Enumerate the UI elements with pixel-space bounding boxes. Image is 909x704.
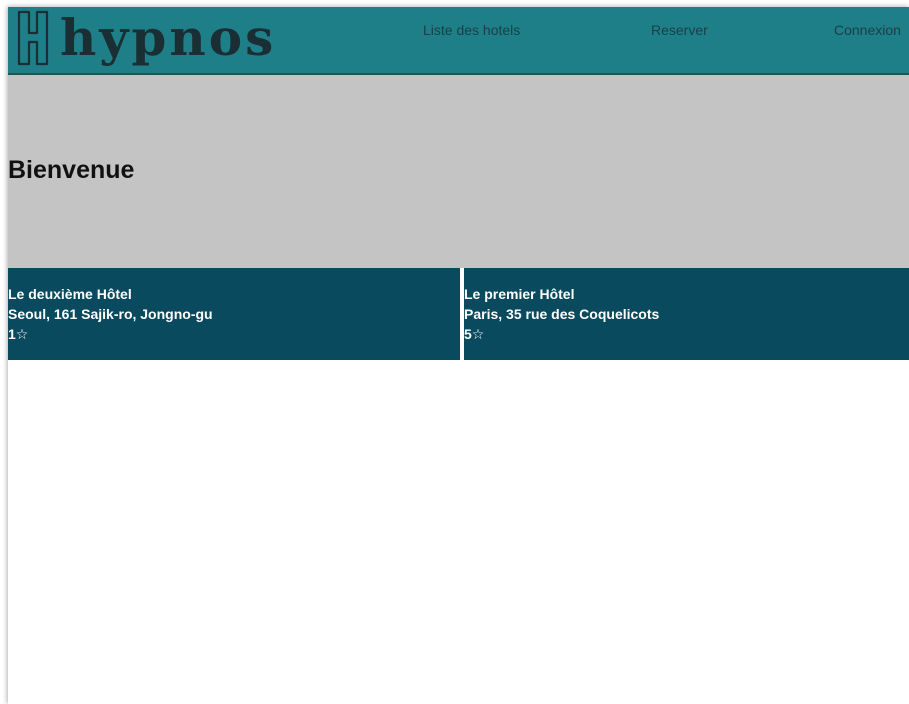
nav-login-link[interactable]: Connexion xyxy=(834,22,901,38)
browser-viewport: hypnos Liste des hotels Reserver Connexi… xyxy=(8,7,909,704)
site-logo[interactable]: hypnos xyxy=(16,8,276,68)
hotel-h-logo-icon xyxy=(17,10,49,66)
hotel-card[interactable]: Le deuxième Hôtel Seoul, 161 Sajik-ro, J… xyxy=(8,268,460,360)
welcome-banner: Bienvenue xyxy=(8,75,909,268)
logo-wordmark: hypnos xyxy=(60,8,277,67)
nav-hotel-list-link[interactable]: Liste des hotels xyxy=(423,22,520,38)
hotel-rating: 1☆ xyxy=(8,326,29,342)
hotel-address: Paris, 35 rue des Coquelicots xyxy=(464,306,660,322)
page-title: Bienvenue xyxy=(8,156,135,184)
hotel-address: Seoul, 161 Sajik-ro, Jongno-gu xyxy=(8,306,213,322)
site-header: hypnos Liste des hotels Reserver Connexi… xyxy=(8,7,909,75)
hotel-card-content: Le deuxième Hôtel Seoul, 161 Sajik-ro, J… xyxy=(8,268,460,344)
nav-reserve-link[interactable]: Reserver xyxy=(651,22,708,38)
hotel-card[interactable]: Le premier Hôtel Paris, 35 rue des Coque… xyxy=(464,268,909,360)
hotel-card-content: Le premier Hôtel Paris, 35 rue des Coque… xyxy=(464,268,909,344)
hotel-name: Le premier Hôtel xyxy=(464,286,575,302)
hotel-list: Le deuxième Hôtel Seoul, 161 Sajik-ro, J… xyxy=(8,268,909,360)
hotel-name: Le deuxième Hôtel xyxy=(8,286,132,302)
hotel-rating: 5☆ xyxy=(464,326,485,342)
